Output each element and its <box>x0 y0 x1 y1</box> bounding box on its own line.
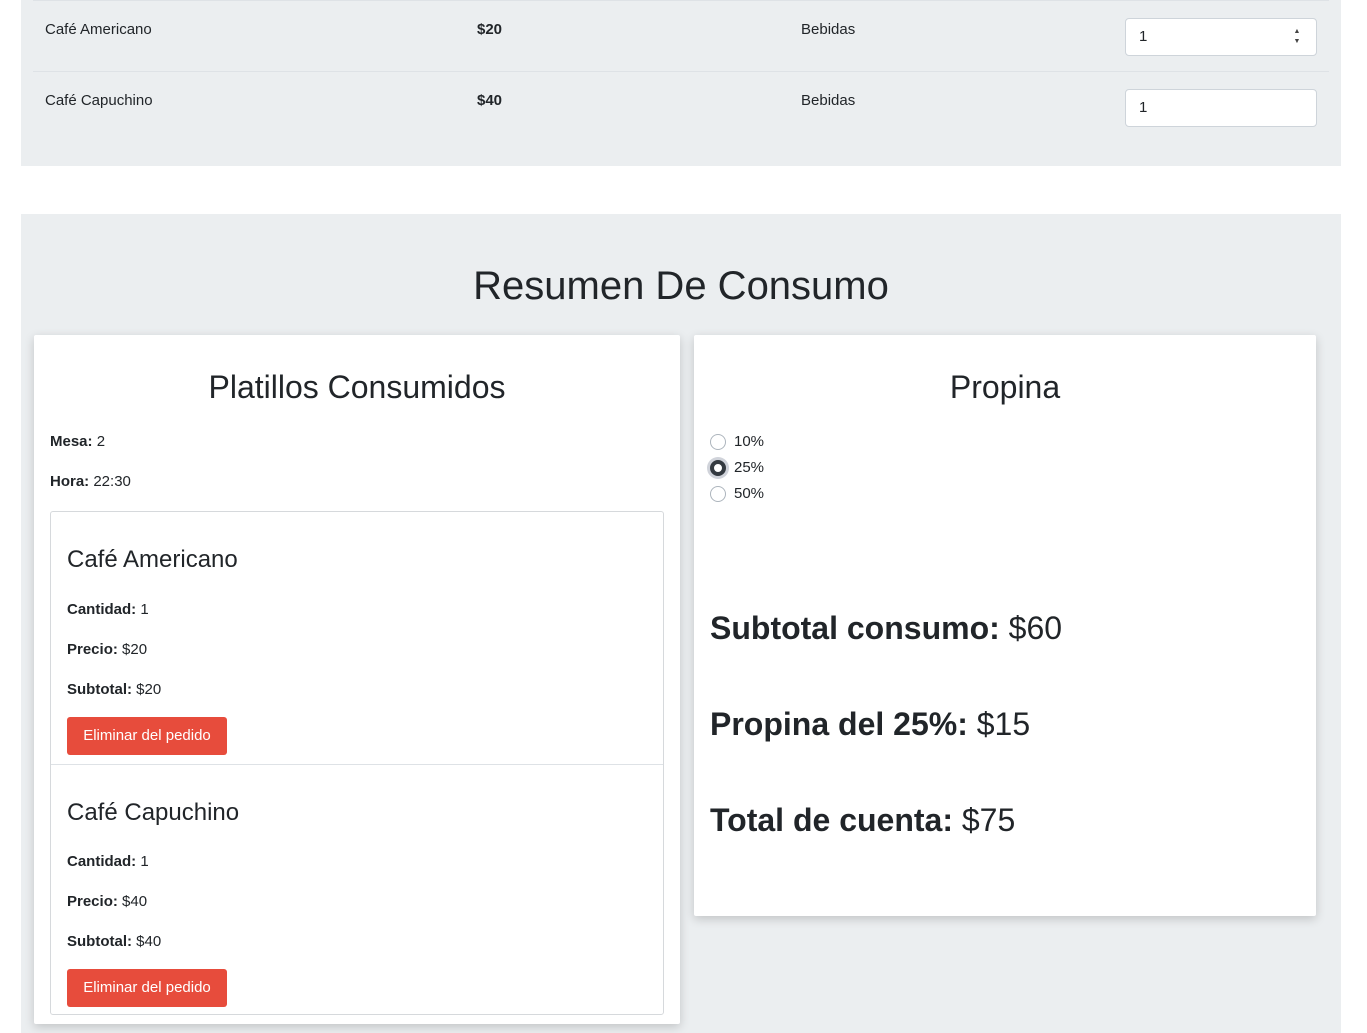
item-name: Café Americano <box>45 21 152 38</box>
menu-table: Café Americano $20 Bebidas 1 ▲ ▼ Café Ca… <box>21 0 1341 166</box>
list-item: Café Capuchino Cantidad: 1 Precio: $40 S… <box>51 764 663 1016</box>
item-price: $40 <box>477 92 503 109</box>
item-category: Bebidas <box>801 21 856 38</box>
item-category: Bebidas <box>801 92 856 109</box>
radio-button[interactable] <box>710 486 726 502</box>
remove-item-button[interactable]: Eliminar del pedido <box>67 717 227 755</box>
subtotal-value: $20 <box>136 681 162 698</box>
consumed-card: Platillos Consumidos Mesa: 2 Hora: 22:30… <box>34 335 680 1024</box>
radio-button-checked[interactable] <box>710 460 726 476</box>
tip-option-label: 50% <box>734 485 765 502</box>
precio-label: Precio: <box>67 641 118 658</box>
cantidad-value: 1 <box>140 601 149 618</box>
total-cuenta-value: $75 <box>961 802 1016 838</box>
precio-value: $40 <box>122 893 148 910</box>
quantity-stepper[interactable]: ▲ ▼ <box>1290 27 1304 47</box>
subtotal-line: Subtotal: $20 <box>67 681 161 699</box>
cantidad-line: Cantidad: 1 <box>67 601 149 619</box>
chevron-down-icon[interactable]: ▼ <box>1290 37 1304 47</box>
tip-amount-value: $15 <box>976 706 1031 742</box>
precio-label: Precio: <box>67 893 118 910</box>
precio-line: Precio: $40 <box>67 893 147 911</box>
tip-option-label: 25% <box>734 459 765 476</box>
subtotal-line: Subtotal: $40 <box>67 933 161 951</box>
radio-button[interactable] <box>710 434 726 450</box>
subtotal-consumo-value: $60 <box>1008 610 1063 646</box>
table-row: Café Capuchino $40 Bebidas 1 <box>33 71 1329 142</box>
summary-section: Resumen De Consumo Platillos Consumidos … <box>21 214 1341 1033</box>
mesa-line: Mesa: 2 <box>50 433 105 451</box>
quantity-value: 1 <box>1139 99 1148 116</box>
hora-line: Hora: 22:30 <box>50 473 131 491</box>
tip-card: Propina 10% 25% 50% Subtotal consumo: $6… <box>694 335 1316 916</box>
mesa-value: 2 <box>96 433 106 450</box>
tip-title: Propina <box>949 369 1061 405</box>
table-row: Café Americano $20 Bebidas 1 ▲ ▼ <box>33 0 1329 71</box>
mesa-label: Mesa: <box>50 433 93 450</box>
consumed-title: Platillos Consumidos <box>208 369 506 405</box>
quantity-value: 1 <box>1139 28 1148 45</box>
cantidad-label: Cantidad: <box>67 853 137 870</box>
subtotal-label: Subtotal: <box>67 681 132 698</box>
quantity-input[interactable]: 1 <box>1125 89 1317 127</box>
hora-value: 22:30 <box>93 473 131 490</box>
cantidad-value: 1 <box>140 853 149 870</box>
total-cuenta: Total de cuenta: $75 <box>710 801 1015 839</box>
summary-title: Resumen De Consumo <box>473 264 889 308</box>
tip-amount-label: Propina del 25%: <box>710 706 968 742</box>
precio-value: $20 <box>122 641 148 658</box>
remove-item-button[interactable]: Eliminar del pedido <box>67 969 227 1007</box>
cantidad-label: Cantidad: <box>67 601 137 618</box>
tip-option-label: 10% <box>734 433 765 450</box>
order-list: Café Americano Cantidad: 1 Precio: $20 S… <box>50 511 664 1015</box>
chevron-up-icon[interactable]: ▲ <box>1290 27 1304 37</box>
list-item: Café Americano Cantidad: 1 Precio: $20 S… <box>51 512 663 764</box>
hora-label: Hora: <box>50 473 90 490</box>
order-item-name: Café Americano <box>67 546 238 573</box>
subtotal-label: Subtotal: <box>67 933 132 950</box>
order-item-name: Café Capuchino <box>67 799 240 826</box>
subtotal-value: $40 <box>136 933 162 950</box>
item-name: Café Capuchino <box>45 92 153 109</box>
quantity-input[interactable]: 1 ▲ ▼ <box>1125 18 1317 56</box>
subtotal-consumo-label: Subtotal consumo: <box>710 610 1000 646</box>
subtotal-consumo: Subtotal consumo: $60 <box>710 609 1062 647</box>
tip-amount: Propina del 25%: $15 <box>710 705 1030 743</box>
cantidad-line: Cantidad: 1 <box>67 853 149 871</box>
total-cuenta-label: Total de cuenta: <box>710 802 953 838</box>
item-price: $20 <box>477 21 503 38</box>
precio-line: Precio: $20 <box>67 641 147 659</box>
